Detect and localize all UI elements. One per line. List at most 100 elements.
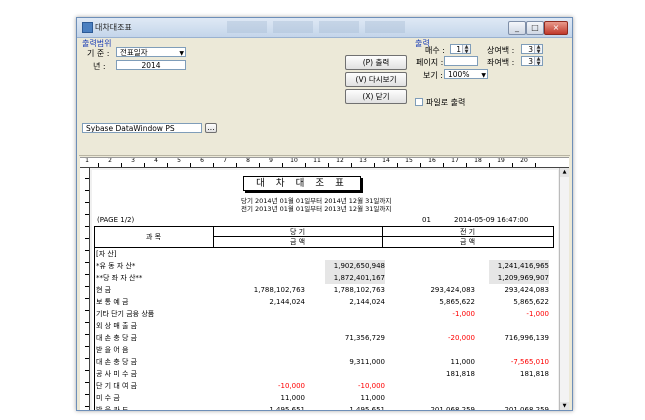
col-prior-amount-header: 금 액 xyxy=(459,238,476,246)
ruler-tick xyxy=(85,394,89,395)
copies-stepper[interactable]: 1 ▲ ▼ xyxy=(450,44,471,54)
ruler-tick xyxy=(236,163,237,167)
ruler-number: 2 xyxy=(108,158,112,164)
amount-cell: 201,068,259 xyxy=(504,406,549,411)
account-name: **당 좌 자 산** xyxy=(96,274,143,282)
amount-cell: -20,000 xyxy=(447,334,475,342)
account-name: 미 수 금 xyxy=(96,394,120,402)
save-as-button[interactable]: (V) 다시보기 xyxy=(345,72,407,87)
ruler-number: 5 xyxy=(177,158,181,164)
printer-browse-button[interactable]: ... xyxy=(205,123,217,133)
amount-cell: 293,424,083 xyxy=(430,286,475,294)
report-preview[interactable]: 1 2 3 4 5 6 7 8 9 10 11 12 13 14 15 16 17 18 19 20 대 차 대 조 … xyxy=(80,157,569,411)
left-margin-label: 좌여백 : xyxy=(487,58,515,67)
amount-cell: 181,818 xyxy=(520,370,549,378)
close-window-button[interactable]: × xyxy=(544,21,568,35)
spinner-icon[interactable]: ▲ ▼ xyxy=(462,45,470,53)
table-row: 대 손 충 당 금 71,356,729 -20,000 716,996,139 xyxy=(92,332,558,344)
page-field[interactable] xyxy=(444,56,478,66)
ruler-tick xyxy=(328,163,329,167)
close-button[interactable]: (X) 닫기 xyxy=(345,89,407,104)
ruler-tick xyxy=(259,163,260,167)
panel-separator xyxy=(79,155,570,156)
left-margin-stepper[interactable]: 3 ▲ ▼ xyxy=(521,56,543,66)
vertical-scrollbar[interactable]: ▲ ▼ xyxy=(559,168,569,410)
table-row: 미 수 금 11,000 11,000 xyxy=(92,392,558,404)
amount-cell: 181,818 xyxy=(446,370,475,378)
amount-cell: 1,209,969,907 xyxy=(489,272,549,284)
ruler-tick xyxy=(85,370,89,371)
report-timestamp: 2014-05-09 16:47:00 xyxy=(454,216,529,224)
table-row: 받 을 카 드 1,495,651 1,495,651 201,068,259 201,… xyxy=(92,404,558,411)
background-tabs xyxy=(227,21,407,33)
amount-cell: -1,000 xyxy=(526,310,549,318)
account-name: 받 을 카 드 xyxy=(96,406,129,411)
table-row: 기타 단기 금융 상품 -1,000 -1,000 xyxy=(92,308,558,320)
file-output-checkbox[interactable] xyxy=(415,98,423,106)
account-name: *유 동 자 산* xyxy=(96,262,136,270)
page-indicator: (PAGE 1/2) xyxy=(97,216,135,224)
spinner-icon[interactable]: ▲ ▼ xyxy=(534,57,542,65)
ruler-tick xyxy=(85,322,89,323)
top-margin-label: 상여백 : xyxy=(487,46,515,55)
file-output-label: 파일로 출력 xyxy=(426,98,466,107)
ruler-tick xyxy=(85,286,89,287)
ruler-tick xyxy=(351,163,352,167)
amount-cell: 293,424,083 xyxy=(504,286,549,294)
ruler-tick xyxy=(85,274,89,275)
account-name: 공 사 미 수 금 xyxy=(96,370,138,378)
ruler-tick xyxy=(397,163,398,167)
ruler-tick xyxy=(213,163,214,167)
ruler-number: 16 xyxy=(428,158,436,164)
account-name: 외 상 매 출 금 xyxy=(96,322,138,330)
title-bar: 대차대조표 _ □ × xyxy=(77,18,572,38)
table-row: 대 손 충 당 금 9,311,000 11,000 -7,565,010 xyxy=(92,356,558,368)
account-name: 기타 단기 금융 상품 xyxy=(96,310,155,318)
ruler-tick xyxy=(144,163,145,167)
ruler-number: 13 xyxy=(359,158,367,164)
print-button[interactable]: (P) 출력 xyxy=(345,55,407,70)
options-panel: 출력범위 기 준 : 전표일자 ▼ 년 : 2014 (P) 출력 (V) 다시… xyxy=(79,39,570,142)
report-window: 대차대조표 _ □ × 출력범위 기 준 : 전표일자 ▼ 년 : 2014 (… xyxy=(76,17,573,411)
amount-cell: 1,788,102,763 xyxy=(333,286,385,294)
account-name: 받 을 어 음 xyxy=(96,346,129,354)
top-margin-stepper[interactable]: 3 ▲ ▼ xyxy=(521,44,543,54)
col-current-amount-header: 금 액 xyxy=(289,238,306,246)
account-name: 대 손 충 당 금 xyxy=(96,334,138,342)
ruler-tick xyxy=(466,163,467,167)
ruler-tick xyxy=(85,238,89,239)
ruler-tick xyxy=(190,163,191,167)
report-page: 대 차 대 조 표 당기 2014년 01월 01일부터 2014년 12월 3… xyxy=(92,170,558,411)
account-name: 보 통 예 금 xyxy=(96,298,129,306)
zoom-select[interactable]: 100% ▼ xyxy=(444,69,488,79)
ruler-number: 3 xyxy=(131,158,135,164)
maximize-button[interactable]: □ xyxy=(526,21,544,35)
amount-cell: 71,356,729 xyxy=(344,334,385,342)
amount-cell: 11,000 xyxy=(360,394,386,402)
ruler-tick xyxy=(305,163,306,167)
table-row: 공 사 미 수 금 181,818 181,818 xyxy=(92,368,558,380)
table-right-border xyxy=(553,226,554,247)
minimize-button[interactable]: _ xyxy=(508,21,526,35)
col-account-header: 과 목 xyxy=(145,233,162,241)
ruler-tick xyxy=(85,202,89,203)
ruler-number: 10 xyxy=(290,158,298,164)
ruler-tick xyxy=(85,406,89,407)
amount-cell: 5,865,622 xyxy=(439,298,475,306)
spinner-icon[interactable]: ▲ ▼ xyxy=(534,45,542,53)
amount-cell: -10,000 xyxy=(277,382,305,390)
chevron-down-icon: ▼ xyxy=(179,50,184,57)
ruler-number: 15 xyxy=(405,158,413,164)
chevron-down-icon: ▼ xyxy=(481,72,486,79)
copies-value: 1 xyxy=(456,45,461,54)
year-field[interactable]: 2014 xyxy=(116,60,186,70)
zoom-label: 보기 : xyxy=(423,71,443,80)
ruler-tick xyxy=(282,163,283,167)
amount-cell: 1,495,651 xyxy=(269,406,305,411)
scroll-down-icon[interactable]: ▼ xyxy=(560,402,569,410)
window-title: 대차대조표 xyxy=(95,23,132,32)
printer-field[interactable]: Sybase DataWindow PS xyxy=(82,123,202,133)
scroll-up-icon[interactable]: ▲ xyxy=(560,168,569,177)
ruler-tick xyxy=(85,178,89,179)
basis-select[interactable]: 전표일자 ▼ xyxy=(116,47,186,57)
